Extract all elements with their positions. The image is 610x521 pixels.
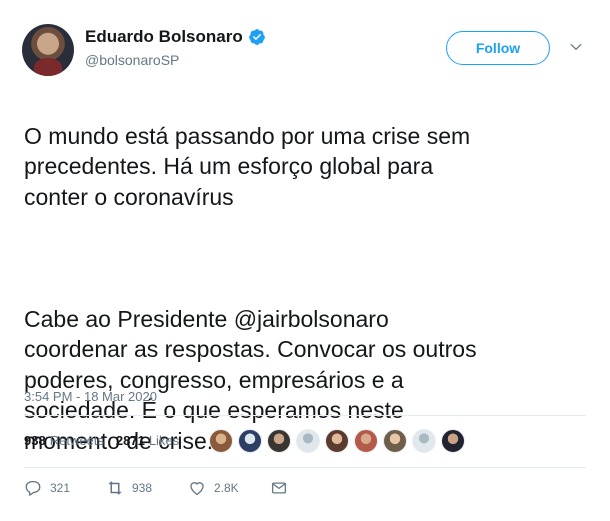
liker-avatar[interactable] [325, 429, 349, 453]
follow-button[interactable]: Follow [446, 31, 550, 65]
like-button[interactable]: 2.8K [188, 479, 270, 497]
liker-avatar[interactable] [296, 429, 320, 453]
author-avatar[interactable] [22, 24, 74, 76]
tweet-stats: 938 Retweets 2871 Likes [24, 433, 191, 448]
envelope-icon [271, 482, 287, 494]
liker-avatar[interactable] [354, 429, 378, 453]
retweet-icon [108, 481, 122, 495]
heart-icon [190, 482, 204, 496]
likes-label: Likes [148, 433, 180, 448]
tweet-text-segment: Cabe ao Presidente [24, 305, 234, 332]
liker-avatar[interactable] [209, 429, 233, 453]
liker-avatar[interactable] [383, 429, 407, 453]
author-display-name[interactable]: Eduardo Bolsonaro [85, 27, 243, 47]
author-name-row: Eduardo Bolsonaro [85, 27, 266, 47]
tweet-text: O mundo está passando por uma crise sem … [24, 90, 584, 487]
retweets-stat[interactable]: 938 Retweets [24, 433, 104, 448]
like-count: 2.8K [214, 481, 239, 495]
likes-stat[interactable]: 2871 Likes [116, 433, 179, 448]
verified-badge-icon [248, 29, 265, 45]
direct-message-button[interactable] [270, 479, 288, 497]
tweet-actions: 321 938 2.8K [24, 479, 288, 497]
likers-avatars [209, 429, 465, 453]
retweet-count: 938 [132, 481, 153, 495]
author-handle[interactable]: @bolsonaroSP [85, 52, 179, 68]
mention-link[interactable]: @jairbolsonaro [234, 306, 389, 332]
divider [24, 467, 586, 468]
retweet-button[interactable]: 938 [106, 479, 188, 497]
liker-avatar[interactable] [267, 429, 291, 453]
likes-count: 2871 [115, 433, 145, 448]
reply-button[interactable]: 321 [24, 479, 106, 497]
reply-icon [25, 480, 41, 496]
reply-count: 321 [50, 481, 71, 495]
liker-avatar[interactable] [412, 429, 436, 453]
liker-avatar[interactable] [441, 429, 465, 453]
tweet-timestamp[interactable]: 3:54 PM - 18 Mar 2020 [24, 389, 157, 404]
liker-avatar[interactable] [238, 429, 262, 453]
chevron-down-icon[interactable] [569, 40, 583, 54]
divider [24, 415, 586, 416]
retweets-count: 938 [24, 433, 46, 448]
retweets-label: Retweets [49, 433, 104, 448]
tweet-paragraph-1: O mundo está passando por uma crise sem … [24, 122, 471, 210]
